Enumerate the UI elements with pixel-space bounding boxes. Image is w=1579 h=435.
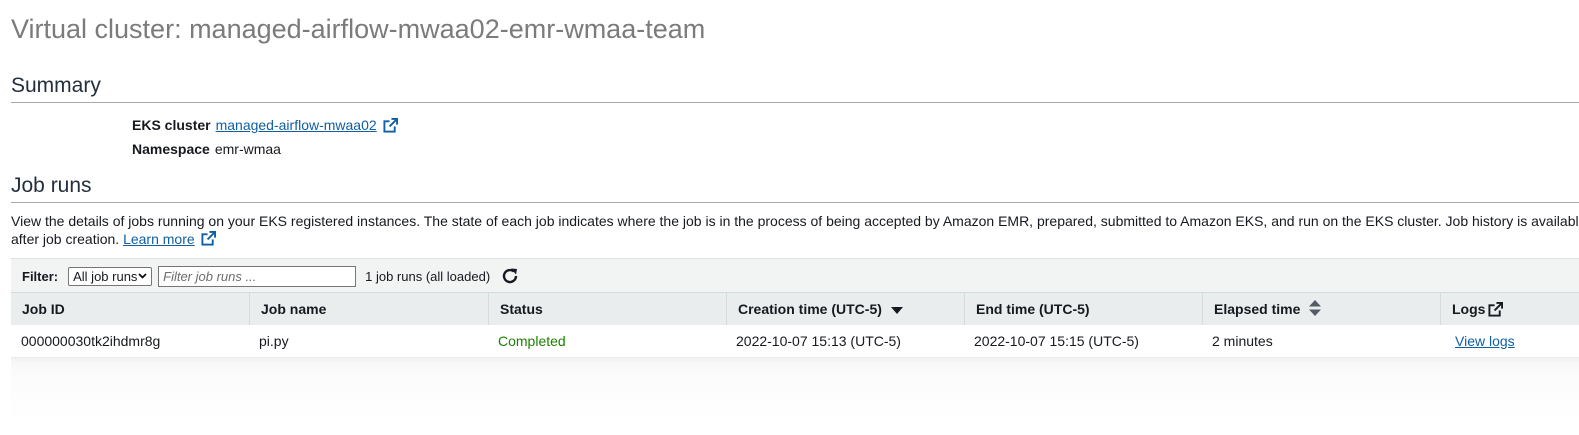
- external-link-icon[interactable]: [201, 231, 216, 246]
- job-runs-divider: [11, 202, 1579, 203]
- column-header-label: Elapsed time: [1214, 301, 1301, 317]
- namespace-row: Namespace emr-wmaa: [132, 141, 281, 157]
- column-header-label: Logs: [1452, 301, 1486, 317]
- job-runs-heading: Job runs: [11, 174, 92, 197]
- filter-bar: Filter: All job runs 1 job runs (all loa…: [11, 258, 1579, 293]
- column-header-label: End time (UTC-5): [976, 301, 1090, 317]
- cell-status: Completed: [498, 333, 566, 349]
- column-header-end-time[interactable]: End time (UTC-5): [964, 293, 1202, 325]
- column-header-job-id[interactable]: Job ID: [11, 293, 249, 325]
- description-line-1: View the details of jobs running on your…: [11, 213, 1579, 229]
- cell-creation-time: 2022-10-07 15:13 (UTC-5): [736, 333, 901, 349]
- external-link-icon: [1488, 301, 1504, 317]
- column-header-label: Job name: [261, 301, 327, 317]
- job-run-count: 1 job runs (all loaded): [365, 268, 491, 284]
- column-header-elapsed-time[interactable]: Elapsed time: [1202, 293, 1440, 325]
- summary-heading: Summary: [11, 74, 101, 97]
- cell-elapsed-time: 2 minutes: [1212, 333, 1273, 349]
- column-header-job-name[interactable]: Job name: [249, 293, 488, 325]
- view-logs-link[interactable]: View logs: [1455, 333, 1515, 349]
- page-title: Virtual cluster: managed-airflow-mwaa02-…: [11, 14, 706, 44]
- job-runs-description: View the details of jobs running on your…: [11, 212, 1579, 248]
- column-header-logs[interactable]: Logs: [1440, 293, 1579, 325]
- cell-logs: View logs: [1445, 325, 1515, 357]
- sort-both-icon[interactable]: [1309, 299, 1322, 319]
- chevron-down-icon: [138, 273, 147, 279]
- table-row[interactable]: 000000030tk2ihdmr8g pi.py Completed 2022…: [11, 325, 1579, 358]
- eks-cluster-row: EKS cluster managed-airflow-mwaa02: [132, 117, 398, 133]
- column-header-status[interactable]: Status: [488, 293, 726, 325]
- job-run-filter-select[interactable]: All job runs: [68, 266, 153, 286]
- column-header-label: Status: [500, 301, 543, 317]
- column-header-label: Job ID: [22, 301, 65, 317]
- cell-job-id: 000000030tk2ihdmr8g: [21, 333, 161, 349]
- namespace-value: emr-wmaa: [214, 141, 281, 157]
- column-header-creation-time[interactable]: Creation time (UTC-5): [726, 293, 964, 325]
- summary-divider: [11, 102, 1579, 103]
- filter-select-value: All job runs: [73, 268, 138, 284]
- job-runs-table-header: Job ID Job name Status Creation time (UT…: [11, 292, 1579, 326]
- cell-job-name: pi.py: [259, 333, 289, 349]
- cell-end-time: 2022-10-07 15:15 (UTC-5): [974, 333, 1139, 349]
- description-line-2: after job creation. Learn more: [11, 230, 1579, 248]
- external-link-icon[interactable]: [383, 117, 398, 133]
- filter-job-runs-input[interactable]: [158, 265, 357, 287]
- eks-cluster-link[interactable]: managed-airflow-mwaa02: [216, 117, 377, 133]
- sort-descending-icon[interactable]: [890, 301, 903, 318]
- table-footer-area: [11, 358, 1579, 420]
- description-prefix: after job creation.: [11, 231, 124, 247]
- namespace-label: Namespace: [132, 141, 210, 157]
- learn-more-link[interactable]: Learn more: [123, 231, 195, 247]
- column-header-label: Creation time (UTC-5): [738, 301, 882, 317]
- refresh-icon[interactable]: [501, 267, 519, 285]
- eks-cluster-label: EKS cluster: [132, 117, 211, 133]
- filter-label: Filter:: [22, 268, 59, 284]
